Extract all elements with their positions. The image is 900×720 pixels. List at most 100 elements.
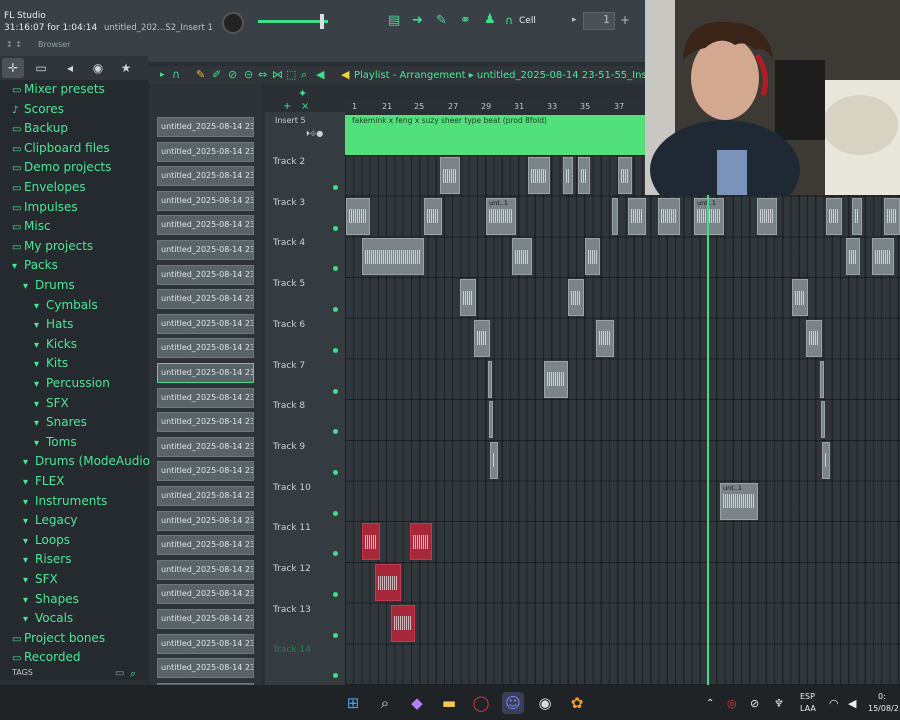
browser-item[interactable]: ▾ Kicks [34,337,77,356]
picker-pattern-item[interactable]: untitled_2025-08-14 23-... [157,338,254,359]
keyboard-icon[interactable]: ▤ [388,13,400,28]
browser-item[interactable]: ▾ Drums [23,278,75,297]
snap-select[interactable]: Cell [519,16,536,26]
favorites-tab-icon[interactable]: ★ [115,58,137,78]
picker-pattern-item[interactable]: untitled_2025-08-14 23-... [157,510,254,531]
opera-icon[interactable]: ◯ [470,692,492,714]
track-mute-led[interactable] [333,388,338,394]
track-label[interactable]: Track 11 [273,523,311,533]
tray-muted-icon[interactable]: ⊘ [750,697,759,710]
track-label[interactable]: Track 6 [273,320,305,330]
audio-clip[interactable] [822,441,830,479]
audio-clip[interactable] [440,157,460,194]
browser-item[interactable]: ▭ Envelopes [12,180,86,199]
audio-clip[interactable] [512,238,532,276]
audio-clip[interactable] [612,197,618,235]
pencil-icon[interactable]: ✎ [196,68,205,81]
browser-item[interactable]: ▾ FLEX [23,474,64,493]
track-label[interactable]: Track 5 [273,279,305,289]
audio-clip[interactable] [872,238,894,276]
picker-pattern-item[interactable]: untitled_2025-08-14 23-... [157,215,254,236]
audio-clip[interactable] [585,238,600,276]
browser-item[interactable]: ▾ Toms [34,435,77,454]
picker-pattern-item[interactable]: untitled_2025-08-14 23-... [157,387,254,408]
browser-item[interactable]: ▾ Percussion [34,376,110,395]
track-label[interactable]: Track 12 [273,564,311,574]
audio-clip[interactable] [628,197,646,235]
picker-pattern-item[interactable]: untitled_2025-08-14 23-... [157,117,254,137]
browser-item[interactable]: ▭ Mixer presets [12,82,105,101]
pattern-selector[interactable]: 1 [583,12,615,30]
picker-pattern-item[interactable]: untitled_2025-08-14 23-... [157,633,254,654]
mute-icon[interactable]: ⊝ [244,68,253,81]
tray-app-icon[interactable]: ◎ [727,697,737,710]
brush-icon[interactable]: ✎ [436,13,447,28]
picker-pattern-item[interactable]: untitled_2025-08-14 23-... [157,486,254,506]
browser-item[interactable]: ▭ Project bones [12,631,105,650]
copilot-icon[interactable]: ◆ [406,692,428,714]
track-label[interactable]: Track 4 [273,238,305,248]
audio-clip[interactable] [460,279,476,317]
picker-pattern-item[interactable]: untitled_2025-08-14 23-... [157,535,254,556]
zoom-icon[interactable]: ⌕ [301,68,307,82]
audio-clip[interactable] [489,401,493,439]
browser-item[interactable]: ▾ SFX [34,396,69,415]
paint-icon[interactable]: ✐ [212,68,221,81]
delete-icon[interactable]: ⊘ [228,68,237,81]
picker-pattern-item[interactable]: untitled_2025-08-14 23-... [157,559,254,580]
browser-item[interactable]: ▾ Drums (ModeAudio) [23,454,155,473]
browser-item[interactable]: ▭ Demo projects [12,160,111,179]
audio-clip[interactable] [578,157,590,194]
track-label[interactable]: Track 10 [273,483,311,493]
file-explorer-icon[interactable]: ▬ [438,692,460,714]
browser-item[interactable]: ▭ Clipboard files [12,141,110,160]
audio-clip[interactable] [474,319,490,357]
audio-clip[interactable]: unt..1 [694,197,724,235]
audio-clip[interactable] [618,157,632,194]
audio-clip[interactable] [852,197,862,235]
audio-clip[interactable] [792,279,808,317]
plugin-tab-icon[interactable]: ◂ [59,58,81,78]
picker-pattern-item[interactable]: untitled_2025-08-14 23-... [157,584,254,605]
online-tab-icon[interactable]: ◉ [87,58,109,78]
picker-pattern-item[interactable]: untitled_2025-08-14 23-... [157,141,254,162]
audio-clip[interactable] [544,360,568,398]
arrow-right-icon[interactable]: ➜ [412,13,423,28]
audio-clip[interactable] [528,157,550,194]
browser-item[interactable]: ▭ Backup [12,121,68,140]
picker-pattern-item[interactable]: untitled_2025-08-14 23-... [157,313,254,334]
track-label[interactable]: Track 3 [273,198,305,208]
browser-item[interactable]: ▾ Snares [34,415,87,434]
project-tab-icon[interactable]: ▭ [30,58,52,78]
track-mute-led[interactable] [333,510,338,516]
audio-clip[interactable] [346,197,370,235]
track-controls-icon[interactable]: ⏵⟐● [306,129,323,139]
tray-chevron-icon[interactable]: ⌃ [706,698,714,709]
scroll-icon[interactable]: ✦ [298,87,307,100]
plus-icon[interactable]: + [620,13,630,27]
picker-pattern-item[interactable]: untitled_2025-08-14 23-... [157,609,254,629]
picker-pattern-item[interactable]: untitled_2025-08-14 23-... [157,240,254,260]
audio-clip[interactable] [488,360,492,398]
picker-pattern-item[interactable]: untitled_2025-08-14 23-... [157,658,254,679]
browser-item[interactable]: ▾ Risers [23,552,72,571]
audio-clip[interactable] [362,523,380,561]
track-label[interactable]: Track 14 [273,645,311,655]
audio-clip[interactable]: unt..1 [720,482,758,520]
browser-item[interactable]: ▭ My projects [12,239,93,258]
browser-item[interactable]: ▾ Instruments [23,494,107,513]
windows-start-icon[interactable]: ⊞ [342,692,364,714]
audio-clip[interactable] [820,360,824,398]
discord-icon[interactable]: ☺ [502,692,524,714]
audio-clip[interactable] [658,197,680,235]
track-label[interactable]: Track 2 [273,157,305,167]
browser-item[interactable]: ♪ Scores [12,102,64,121]
track-mute-led[interactable] [333,225,338,231]
browser-item[interactable]: ▾ Legacy [23,513,78,532]
picker-pattern-item[interactable]: untitled_2025-08-14 23-... [157,436,254,457]
audio-clip[interactable] [757,197,777,235]
picker-pattern-item[interactable]: untitled_2025-08-14 23-... [157,289,254,310]
audio-clip[interactable] [375,564,401,601]
wifi-icon[interactable]: ◠ [829,697,839,710]
play-arrow-icon[interactable]: ▸ [160,70,165,80]
